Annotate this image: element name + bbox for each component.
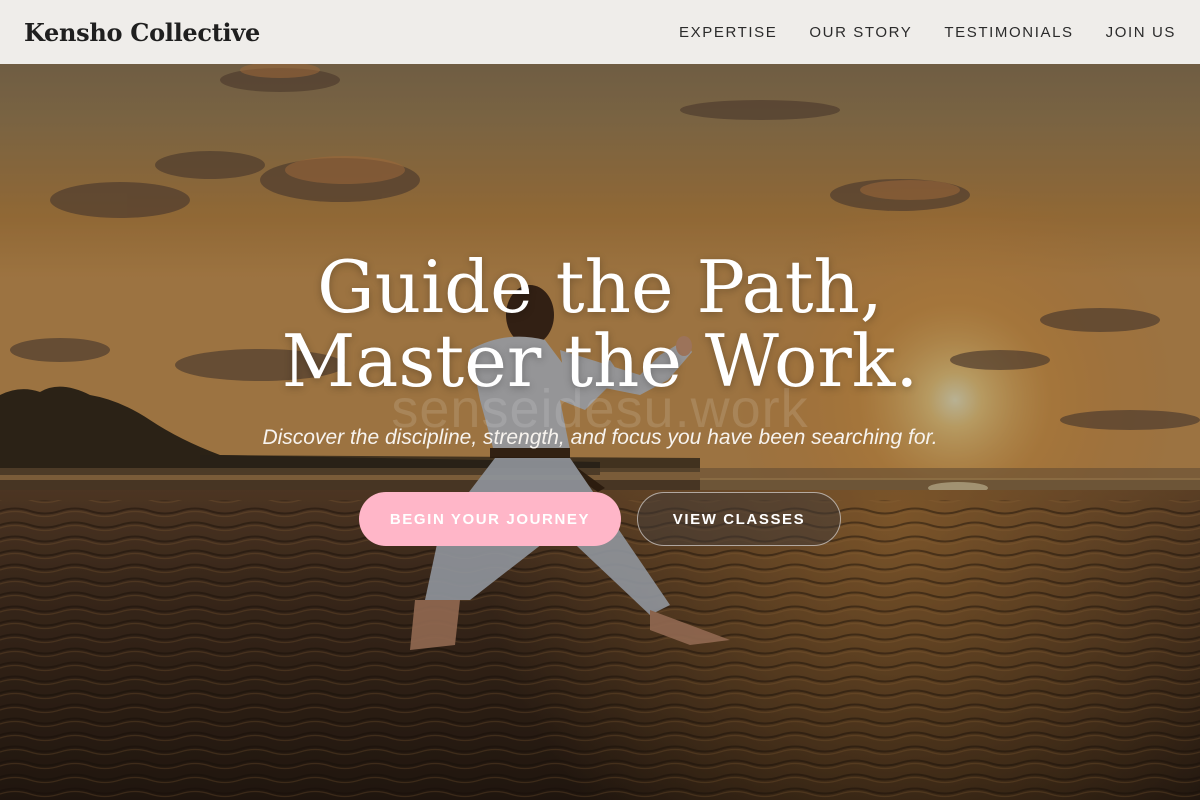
hero-subtitle: Discover the discipline, strength, and f… (262, 426, 938, 449)
nav-link-join-us[interactable]: JOIN US (1106, 24, 1176, 41)
view-classes-button[interactable]: VIEW CLASSES (637, 492, 841, 546)
nav-link-our-story[interactable]: OUR STORY (809, 24, 912, 41)
brand-logo[interactable]: Kensho Collective (24, 18, 260, 47)
nav-links: EXPERTISE OUR STORY TESTIMONIALS JOIN US (679, 24, 1176, 41)
begin-journey-button[interactable]: BEGIN YOUR JOURNEY (359, 492, 621, 546)
hero-actions: BEGIN YOUR JOURNEY VIEW CLASSES (0, 492, 1200, 546)
nav-link-expertise[interactable]: EXPERTISE (679, 24, 777, 41)
hero-section: Guide the Path, Master the Work. Discove… (0, 250, 1200, 546)
landing-page: Kensho Collective EXPERTISE OUR STORY TE… (0, 0, 1200, 800)
top-navbar: Kensho Collective EXPERTISE OUR STORY TE… (0, 0, 1200, 64)
nav-link-testimonials[interactable]: TESTIMONIALS (944, 24, 1073, 41)
hero-title: Guide the Path, Master the Work. (281, 245, 919, 403)
